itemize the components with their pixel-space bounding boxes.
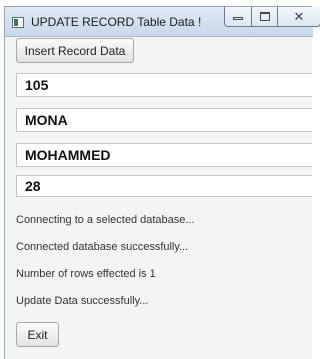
status-line: Connected database successfully... [16,241,189,253]
maximize-button[interactable] [251,7,277,27]
status-line: Update Data successfully... [16,295,149,307]
close-icon: ✕ [293,8,305,24]
first-name-field[interactable]: MONA [16,108,312,132]
close-button[interactable]: ✕ [277,7,320,27]
window-title: UPDATE RECORD Table Data ! [31,15,202,29]
maximize-icon [259,12,270,21]
insert-record-button[interactable]: Insert Record Data [16,38,134,63]
minimize-icon [233,17,243,20]
exit-button[interactable]: Exit [16,322,59,347]
app-icon [12,17,24,28]
minimize-button[interactable] [224,7,251,27]
status-line: Connecting to a selected database... [16,214,195,226]
title-bar: UPDATE RECORD Table Data ! ✕ [5,7,320,37]
last-name-field[interactable]: MOHAMMED [16,143,312,167]
status-line: Number of rows effected is 1 [16,268,156,280]
id-field[interactable]: 105 [16,73,312,97]
age-field[interactable]: 28 [16,175,312,197]
window-controls: ✕ [224,7,320,27]
